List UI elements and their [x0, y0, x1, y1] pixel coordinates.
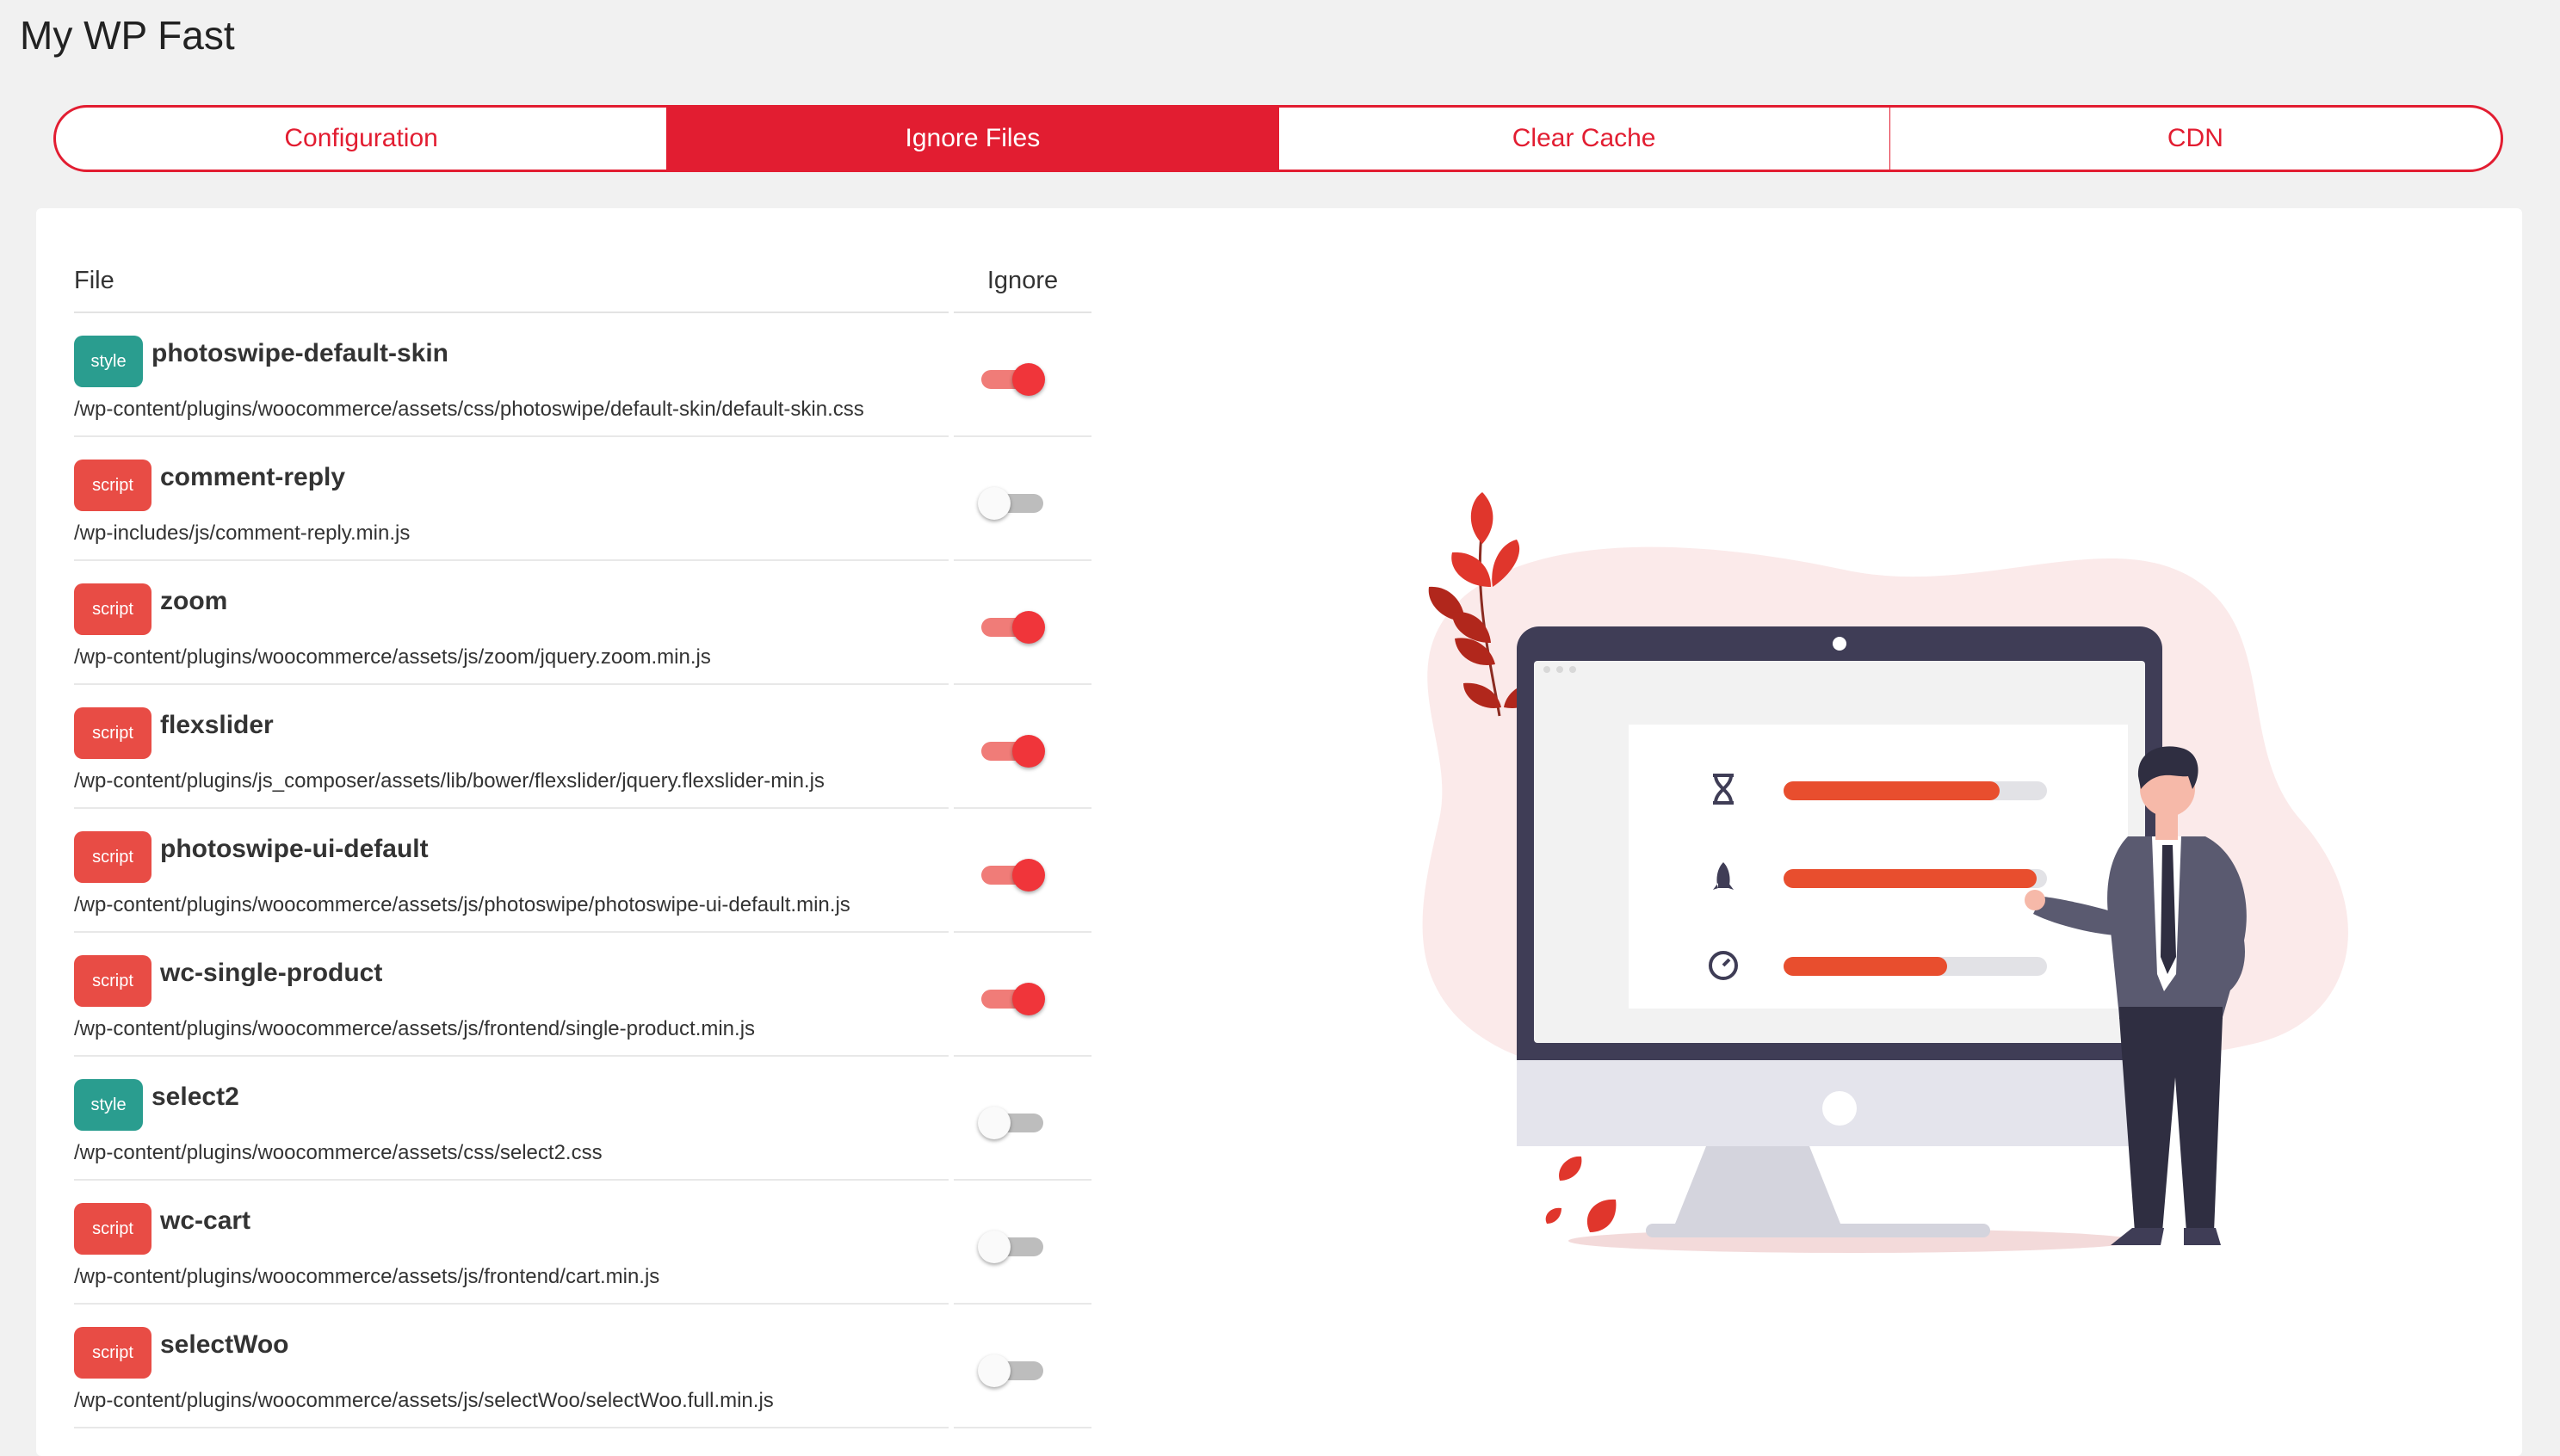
file-path: /wp-includes/js/comment-reply.min.js	[74, 521, 411, 545]
ignore-toggle[interactable]	[981, 859, 1045, 891]
table-row: style select2/wp-content/plugins/woocomme…	[74, 1057, 1128, 1181]
file-cell: script zoom/wp-content/plugins/woocommerc…	[74, 561, 949, 685]
toggle-knob	[978, 1231, 1011, 1263]
file-cell: style select2/wp-content/plugins/woocomme…	[74, 1057, 949, 1181]
page-title: My WP Fast	[20, 13, 235, 58]
file-name: zoom	[160, 587, 228, 615]
table-row: script flexslider/wp-content/plugins/js_c…	[74, 685, 1128, 809]
file-cell: script photoswipe-ui-default/wp-content/p…	[74, 809, 949, 933]
file-type-badge: script	[74, 1327, 151, 1379]
ignore-toggle[interactable]	[981, 611, 1045, 644]
file-name: wc-cart	[160, 1206, 251, 1235]
ignore-cell	[954, 933, 1091, 1057]
file-cell: script selectWoo/wp-content/plugins/wooco…	[74, 1305, 949, 1428]
tab-configuration[interactable]: Configuration	[56, 108, 668, 170]
ignore-toggle[interactable]	[981, 983, 1045, 1015]
tab-cdn[interactable]: CDN	[1890, 108, 2501, 170]
ignore-cell	[954, 1181, 1091, 1305]
file-type-badge: script	[74, 1203, 151, 1255]
file-path: /wp-content/plugins/woocommerce/assets/j…	[74, 1017, 756, 1040]
ignore-cell	[954, 1305, 1091, 1428]
table-row: script selectWoo/wp-content/plugins/wooco…	[74, 1305, 1128, 1428]
table-header: File Ignore	[74, 267, 1128, 313]
file-cell: script wc-cart/wp-content/plugins/woocomm…	[74, 1181, 949, 1305]
table-row: script wc-cart/wp-content/plugins/woocomm…	[74, 1181, 1128, 1305]
file-type-badge: style	[74, 336, 143, 387]
ignore-cell	[954, 437, 1091, 561]
file-path: /wp-content/plugins/woocommerce/assets/j…	[74, 645, 711, 669]
table-row: style photoswipe-default-skin/wp-content/…	[74, 313, 1128, 437]
file-name: select2	[151, 1083, 239, 1111]
table-row: script comment-reply/wp-includes/js/comme…	[74, 437, 1128, 561]
toggle-knob	[978, 1107, 1011, 1139]
table-row: script photoswipe-ui-default/wp-content/p…	[74, 809, 1128, 933]
ignore-toggle[interactable]	[978, 1107, 1043, 1139]
ignore-toggle[interactable]	[978, 487, 1043, 520]
file-path: /wp-content/plugins/woocommerce/assets/j…	[74, 893, 850, 916]
file-name: photoswipe-default-skin	[151, 339, 448, 367]
tab-clear-cache[interactable]: Clear Cache	[1279, 108, 1890, 170]
ignore-cell	[954, 313, 1091, 437]
file-type-badge: script	[74, 831, 151, 883]
file-path: /wp-content/plugins/woocommerce/assets/c…	[74, 1141, 603, 1164]
file-type-badge: script	[74, 460, 151, 511]
speed-illustration	[1422, 492, 2348, 1253]
ignore-toggle[interactable]	[978, 1231, 1043, 1263]
file-path: /wp-content/plugins/woocommerce/assets/j…	[74, 1389, 774, 1412]
toggle-knob	[978, 1354, 1011, 1387]
toggle-knob	[978, 487, 1011, 520]
file-cell: script wc-single-product/wp-content/plugi…	[74, 933, 949, 1057]
file-name: flexslider	[160, 711, 274, 739]
column-header-file: File	[74, 267, 949, 313]
ignore-toggle[interactable]	[981, 735, 1045, 768]
monitor-stand	[1672, 1146, 1844, 1232]
file-type-badge: style	[74, 1079, 143, 1131]
file-path: /wp-content/plugins/js_composer/assets/l…	[74, 769, 825, 793]
table-body: style photoswipe-default-skin/wp-content/…	[74, 313, 1128, 1428]
file-name: photoswipe-ui-default	[160, 835, 429, 863]
file-type-badge: script	[74, 583, 151, 635]
tab-bar: Configuration Ignore Files Clear Cache C…	[53, 105, 2503, 172]
toggle-knob	[1012, 611, 1045, 644]
ignore-cell	[954, 685, 1091, 809]
leaves-icon	[1545, 1156, 1617, 1232]
file-type-badge: script	[74, 707, 151, 759]
tab-ignore-files[interactable]: Ignore Files	[667, 108, 1279, 170]
table-row: script wc-single-product/wp-content/plugi…	[74, 933, 1128, 1057]
file-cell: script comment-reply/wp-includes/js/comme…	[74, 437, 949, 561]
file-path: /wp-content/plugins/woocommerce/assets/c…	[74, 398, 864, 421]
ignore-files-table: File Ignore style photoswipe-default-skin…	[74, 267, 1128, 1428]
file-cell: style photoswipe-default-skin/wp-content/…	[74, 313, 949, 437]
ignore-cell	[954, 561, 1091, 685]
toggle-knob	[1012, 735, 1045, 768]
file-cell: script flexslider/wp-content/plugins/js_c…	[74, 685, 949, 809]
column-header-ignore: Ignore	[954, 267, 1091, 313]
ignore-toggle[interactable]	[981, 363, 1045, 396]
content-panel: File Ignore style photoswipe-default-skin…	[36, 208, 2522, 1456]
file-name: comment-reply	[160, 463, 346, 491]
ignore-cell	[954, 809, 1091, 933]
file-name: selectWoo	[160, 1330, 289, 1359]
ignore-cell	[954, 1057, 1091, 1181]
file-path: /wp-content/plugins/woocommerce/assets/j…	[74, 1265, 660, 1288]
ignore-toggle[interactable]	[978, 1354, 1043, 1387]
file-type-badge: script	[74, 955, 151, 1007]
toggle-knob	[1012, 859, 1045, 891]
toggle-knob	[1012, 983, 1045, 1015]
file-name: wc-single-product	[160, 959, 383, 987]
table-row: script zoom/wp-content/plugins/woocommerc…	[74, 561, 1128, 685]
toggle-knob	[1012, 363, 1045, 396]
